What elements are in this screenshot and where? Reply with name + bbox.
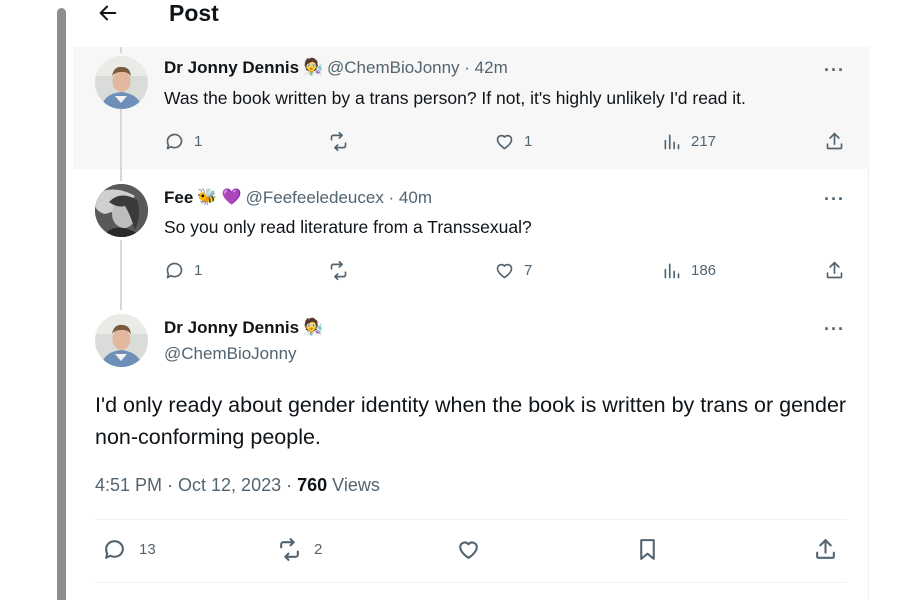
avatar[interactable] [95, 314, 148, 367]
author-handle-row: @ChemBioJonny [164, 344, 297, 364]
repost-icon [330, 131, 347, 152]
thread-line [120, 47, 122, 53]
post-text: I'd only ready about gender identity whe… [95, 393, 847, 449]
like-count: 7 [524, 262, 533, 279]
post-timestamp[interactable]: 4:51 PM · Oct 12, 2023 · [95, 475, 297, 495]
repost-button[interactable]: 2 [277, 537, 322, 562]
more-options-button[interactable]: ··· [824, 320, 845, 338]
divider [95, 582, 847, 583]
views-button[interactable]: 217 [661, 131, 716, 152]
author-handle[interactable]: @ChemBioJonny [164, 344, 297, 364]
views-count: 760 [297, 475, 328, 495]
share-icon [816, 539, 835, 559]
back-button[interactable] [93, 0, 123, 26]
author-row: Fee 🐝 💜 @Feefeeledeucex · 40m [164, 188, 432, 208]
action-bar: 1 7 186 [164, 260, 847, 282]
like-button[interactable]: 1 [494, 131, 532, 152]
reply-count: 1 [194, 262, 203, 279]
reply-button[interactable]: 1 [164, 260, 202, 281]
like-count: 1 [524, 133, 533, 150]
reply-text: So you only read literature from a Trans… [164, 217, 532, 237]
reply-icon [105, 540, 124, 559]
author-handle-time[interactable]: @Feefeeledeucex · 40m [246, 188, 432, 208]
heart-icon [496, 263, 513, 279]
heart-icon [459, 541, 478, 559]
reply-count: 1 [194, 133, 203, 150]
share-icon [826, 132, 843, 150]
repost-icon [280, 538, 299, 561]
author-name[interactable]: Dr Jonny Dennis [164, 318, 299, 338]
reply-icon [166, 262, 183, 279]
like-button[interactable] [456, 537, 481, 562]
views-label: Views [327, 475, 380, 495]
heart-icon [496, 134, 513, 150]
share-button[interactable] [824, 131, 845, 152]
post-meta: 4:51 PM · Oct 12, 2023 · 760 Views [95, 473, 380, 497]
more-options-button[interactable]: ··· [824, 190, 845, 208]
share-icon [826, 261, 843, 279]
scientist-emoji: 🧑‍🔬 [303, 59, 324, 76]
action-bar: 1 1 217 [164, 131, 847, 153]
more-options-button[interactable]: ··· [824, 61, 845, 79]
views-count: 186 [691, 262, 717, 279]
share-button[interactable] [824, 260, 845, 281]
avatar[interactable] [95, 184, 148, 237]
analytics-icon [664, 134, 680, 150]
share-button[interactable] [813, 537, 838, 562]
repost-button[interactable] [328, 131, 358, 152]
reply-icon [166, 133, 183, 150]
views-button[interactable]: 186 [661, 260, 716, 281]
repost-button[interactable] [328, 260, 358, 281]
bookmark-button[interactable] [635, 537, 660, 562]
header: Post [73, 0, 869, 46]
bee-heart-emoji: 🐝 💜 [197, 189, 242, 206]
author-row: Dr Jonny Dennis 🧑‍🔬 @ChemBioJonny · 42m [164, 58, 508, 78]
divider [95, 519, 847, 520]
views-count: 217 [691, 133, 717, 150]
page-title: Post [169, 0, 219, 26]
repost-icon [330, 260, 347, 281]
avatar[interactable] [95, 56, 148, 109]
author-row: Dr Jonny Dennis 🧑‍🔬 [164, 318, 323, 338]
scrollbar-thumb[interactable] [57, 8, 66, 600]
timeline-column: Post Dr Jonny Dennis 🧑‍🔬 @ChemBioJonny ·… [73, 0, 869, 600]
scientist-emoji: 🧑‍🔬 [303, 319, 324, 336]
author-name[interactable]: Dr Jonny Dennis [164, 58, 299, 78]
author-handle-time[interactable]: @ChemBioJonny · 42m [327, 58, 508, 78]
repost-count: 2 [314, 541, 323, 558]
reply-text: Was the book written by a trans person? … [164, 88, 746, 108]
like-button[interactable]: 7 [494, 260, 532, 281]
reply-post[interactable]: Fee 🐝 💜 @Feefeeledeucex · 40m ··· So you… [73, 170, 869, 292]
reply-button[interactable]: 13 [102, 537, 156, 562]
reply-post[interactable]: Dr Jonny Dennis 🧑‍🔬 @ChemBioJonny · 42m … [73, 47, 869, 169]
bookmark-icon [640, 539, 655, 560]
reply-button[interactable]: 1 [164, 131, 202, 152]
main-action-bar: 13 2 [95, 537, 847, 565]
reply-count: 13 [139, 541, 156, 558]
analytics-icon [664, 263, 680, 279]
author-name[interactable]: Fee [164, 188, 193, 208]
arrow-left-icon [99, 5, 117, 21]
